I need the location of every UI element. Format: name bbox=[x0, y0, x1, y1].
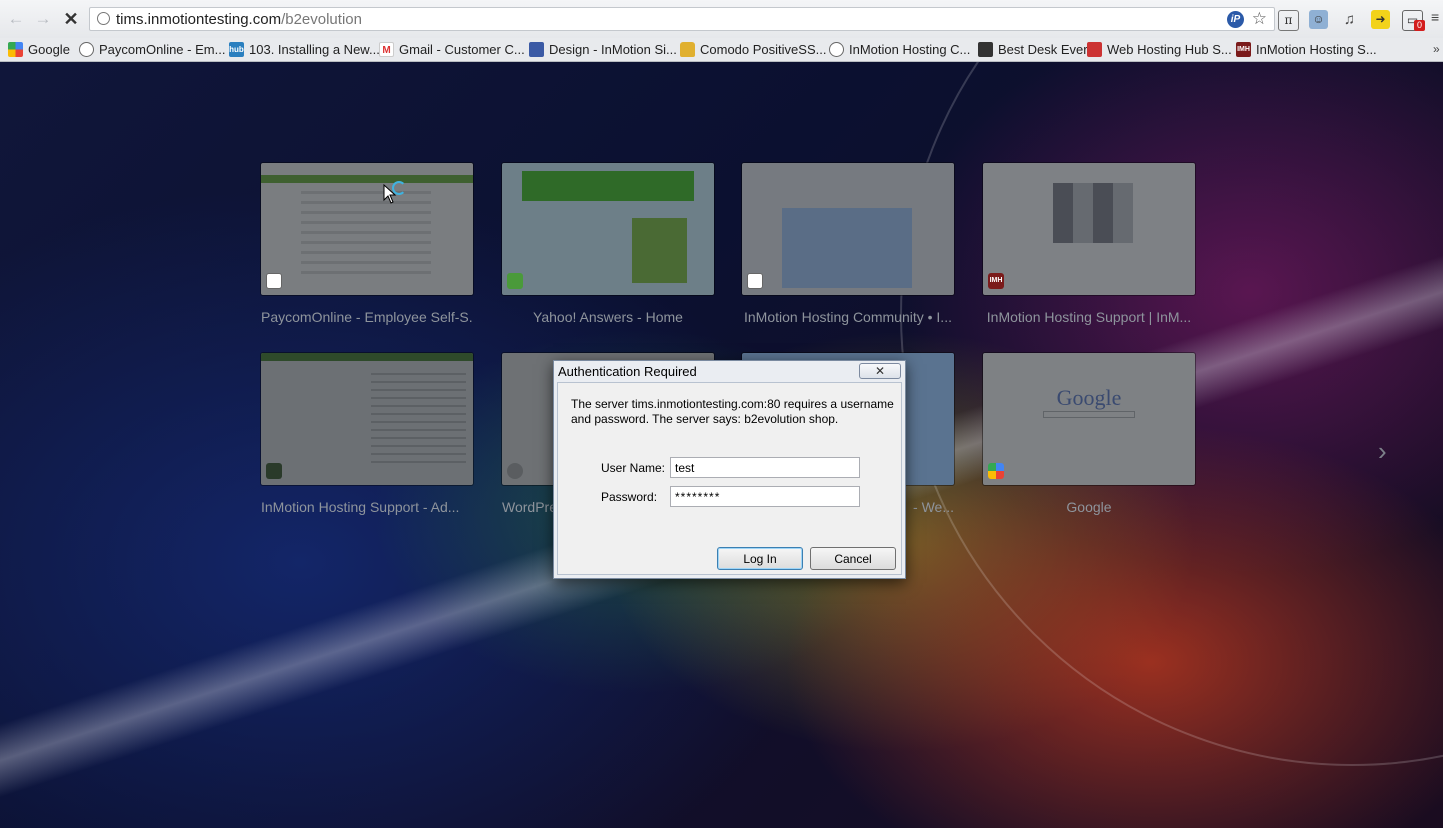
bookmark-label: PaycomOnline - Em... bbox=[99, 41, 226, 57]
google-logo: Google bbox=[1056, 385, 1122, 410]
bookmark-gmail[interactable]: M Gmail - Customer C... bbox=[379, 40, 525, 58]
tile-title: InMotion Hosting Support - Ad... bbox=[261, 499, 460, 515]
dialog-titlebar[interactable]: Authentication Required ✕ bbox=[554, 361, 905, 382]
username-input[interactable] bbox=[670, 457, 860, 478]
bookmarks-bar: Google PaycomOnline - Em... hub 103. Inst… bbox=[0, 38, 1443, 62]
imh-icon: IMH bbox=[1236, 41, 1251, 57]
bookmark-imh-support[interactable]: IMH InMotion Hosting S... bbox=[1236, 40, 1377, 58]
google-search-box bbox=[1043, 411, 1135, 418]
tile-thumbnail bbox=[261, 163, 473, 295]
tile-title: InMotion Hosting Community • I... bbox=[744, 309, 952, 325]
globe-icon bbox=[829, 41, 844, 57]
tile-thumbnail bbox=[742, 163, 954, 295]
cancel-button[interactable]: Cancel bbox=[810, 547, 896, 570]
url-text[interactable]: tims.inmotiontesting.com/b2evolution bbox=[116, 11, 362, 28]
bookmark-label: Comodo PositiveSS... bbox=[700, 41, 827, 57]
joomla-icon bbox=[266, 463, 282, 479]
bookmark-best-desk[interactable]: Best Desk Ever bbox=[978, 40, 1088, 58]
close-icon[interactable]: ✕ bbox=[859, 363, 901, 379]
google-icon bbox=[988, 463, 1004, 479]
bookmark-google[interactable]: Google bbox=[8, 40, 70, 58]
address-bar[interactable]: tims.inmotiontesting.com/b2evolution iP … bbox=[89, 7, 1275, 31]
tile-thumbnail: Google bbox=[983, 353, 1195, 485]
tile-imh-support-admin[interactable]: InMotion Hosting Support - Ad... bbox=[261, 353, 473, 515]
dialog-title: Authentication Required bbox=[558, 364, 697, 379]
tile-imh-support[interactable]: IMH InMotion Hosting Support | InM... bbox=[983, 163, 1195, 325]
url-path: /b2evolution bbox=[281, 11, 362, 28]
globe-icon bbox=[266, 273, 282, 289]
dialog-body: The server tims.inmotiontesting.com:80 r… bbox=[557, 382, 902, 575]
design-icon bbox=[529, 41, 544, 57]
lock-icon bbox=[680, 41, 695, 57]
username-label: User Name: bbox=[601, 461, 666, 475]
yahoo-answers-icon bbox=[507, 273, 523, 289]
bookmarks-overflow-icon[interactable]: » bbox=[1433, 42, 1440, 56]
phone-extension-icon[interactable]: ➜ bbox=[1371, 10, 1390, 29]
bookmark-label: Google bbox=[28, 41, 70, 57]
bookmark-installing[interactable]: hub 103. Installing a New... bbox=[229, 40, 380, 58]
bookmark-label: InMotion Hosting C... bbox=[849, 41, 971, 57]
tile-title: Yahoo! Answers - Home bbox=[533, 309, 683, 325]
password-label: Password: bbox=[601, 490, 658, 504]
busy-spinner-icon bbox=[392, 181, 406, 195]
desk-icon bbox=[978, 41, 993, 57]
authentication-dialog: Authentication Required ✕ The server tim… bbox=[553, 360, 906, 579]
whh-icon bbox=[1087, 41, 1102, 57]
bookmark-label: InMotion Hosting S... bbox=[1256, 41, 1377, 57]
hub-icon: hub bbox=[229, 41, 244, 57]
imh-icon: IMH bbox=[988, 273, 1004, 289]
stop-loading-icon[interactable]: ✕ bbox=[61, 9, 81, 29]
tile-yahoo-answers[interactable]: Yahoo! Answers - Home bbox=[502, 163, 714, 325]
wordpress-icon bbox=[507, 463, 523, 479]
gmail-icon: M bbox=[379, 41, 394, 57]
page-globe-icon bbox=[97, 12, 110, 25]
tile-thumbnail: IMH bbox=[983, 163, 1195, 295]
dialog-message: The server tims.inmotiontesting.com:80 r… bbox=[571, 397, 894, 426]
password-input[interactable] bbox=[670, 486, 860, 507]
tile-thumbnail bbox=[261, 353, 473, 485]
bookmark-imh-community[interactable]: InMotion Hosting C... bbox=[829, 40, 970, 58]
bookmark-label: Gmail - Customer C... bbox=[399, 41, 525, 57]
tile-title: Google bbox=[1066, 499, 1112, 515]
bookmark-label: Best Desk Ever bbox=[998, 41, 1088, 57]
bookmark-label: Web Hosting Hub S... bbox=[1107, 41, 1232, 57]
profile-extension-icon[interactable]: ☺ bbox=[1309, 10, 1328, 29]
tile-google[interactable]: Google Google bbox=[983, 353, 1195, 515]
bookmark-label: Design - InMotion Si... bbox=[549, 41, 677, 57]
google-icon bbox=[8, 41, 23, 57]
globe-icon bbox=[747, 273, 763, 289]
tile-title: PaycomOnline - Employee Self-S... bbox=[261, 309, 473, 325]
globe-icon bbox=[79, 41, 94, 57]
tile-title: InMotion Hosting Support | InM... bbox=[986, 309, 1192, 325]
url-host: tims.inmotiontesting.com bbox=[116, 11, 282, 28]
forward-arrow-icon[interactable]: → bbox=[33, 9, 53, 29]
tile-thumbnail bbox=[502, 163, 714, 295]
bookmark-star-icon[interactable]: ☆ bbox=[1252, 9, 1267, 29]
wrench-menu-icon[interactable]: ≡ bbox=[1431, 9, 1443, 25]
headphones-extension-icon[interactable]: ♫ bbox=[1340, 10, 1359, 29]
pi-extension-icon[interactable]: π bbox=[1278, 10, 1299, 31]
ip-info-icon[interactable]: iP bbox=[1227, 11, 1244, 28]
bookmark-label: 103. Installing a New... bbox=[249, 41, 380, 57]
notification-badge: 0 bbox=[1414, 20, 1426, 31]
bookmark-web-hosting-hub[interactable]: Web Hosting Hub S... bbox=[1087, 40, 1232, 58]
next-page-chevron-icon[interactable]: › bbox=[1378, 436, 1387, 467]
bookmark-paycom[interactable]: PaycomOnline - Em... bbox=[79, 40, 225, 58]
browser-toolbar: ← → ✕ tims.inmotiontesting.com/b2evoluti… bbox=[0, 0, 1443, 38]
back-arrow-icon[interactable]: ← bbox=[6, 9, 26, 29]
log-in-button[interactable]: Log In bbox=[717, 547, 803, 570]
tile-paycom[interactable]: PaycomOnline - Employee Self-S... bbox=[261, 163, 473, 325]
bookmark-comodo[interactable]: Comodo PositiveSS... bbox=[680, 40, 826, 58]
bookmark-design[interactable]: Design - InMotion Si... bbox=[529, 40, 677, 58]
tile-imh-community[interactable]: InMotion Hosting Community • I... bbox=[742, 163, 954, 325]
